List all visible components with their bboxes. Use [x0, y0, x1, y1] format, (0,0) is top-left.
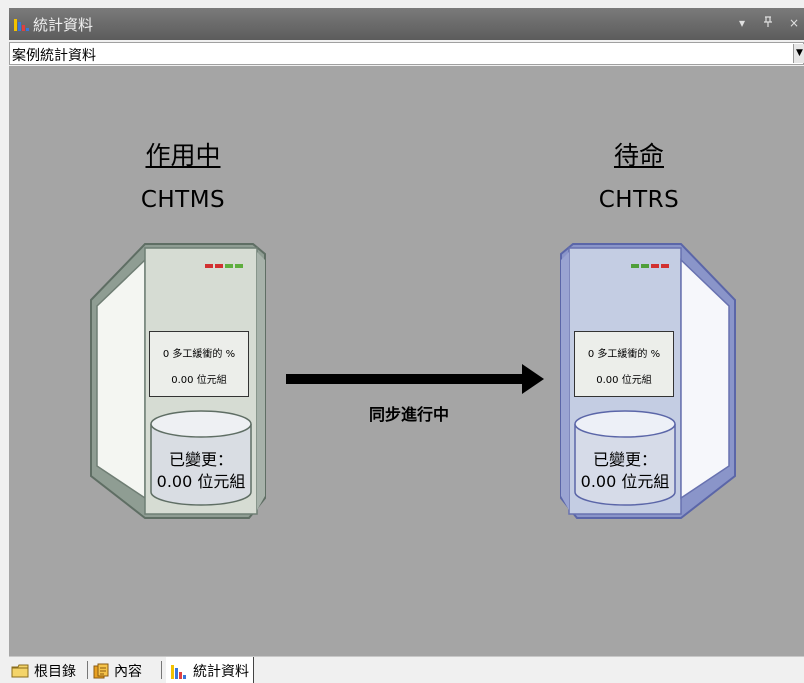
- standby-spool-percent: 0 多工緩衝的 %: [587, 349, 661, 360]
- standby-stats-box: 0 多工緩衝的 % 0.00 位元組: [574, 331, 674, 397]
- bottom-tab-bar: 根目錄 內容 統計資料: [9, 656, 804, 683]
- statistics-window: 統計資料 ▾ × 案例統計資料 ▼ 作用中 CHTMS 0 多工緩衝的 % 0.…: [0, 0, 804, 683]
- folder-icon: [11, 664, 29, 677]
- bar-chart-icon: [171, 664, 186, 679]
- active-changed-value: 0.00 位元組: [156, 472, 246, 491]
- statistics-view-selected: 案例統計資料: [12, 48, 96, 64]
- window-title-bar: 統計資料 ▾ ×: [9, 8, 804, 40]
- statistics-panel: 作用中 CHTMS 0 多工緩衝的 % 0.00 位元組 已變更： 0.00 位…: [9, 66, 804, 656]
- chevron-down-icon[interactable]: ▼: [793, 44, 804, 63]
- standby-changed-block: 已變更： 0.00 位元組: [575, 449, 675, 493]
- active-changed-label: 已變更：: [168, 450, 233, 469]
- tab-root[interactable]: 根目錄: [11, 657, 76, 683]
- tab-statistics-label: 統計資料: [193, 663, 249, 680]
- tab-contents[interactable]: 內容: [93, 657, 142, 683]
- window-menu-icon[interactable]: ▾: [739, 16, 745, 30]
- tab-root-label: 根目錄: [34, 663, 76, 680]
- bar-chart-icon: [14, 19, 29, 31]
- standby-role-label: 待命: [613, 141, 664, 170]
- active-spool-bytes: 0.00 位元組: [171, 375, 227, 386]
- window-title: 統計資料: [33, 16, 94, 34]
- standby-server-name: CHTRS: [598, 187, 680, 213]
- statistics-view-select[interactable]: 案例統計資料 ▼: [9, 42, 804, 65]
- active-stats-box: 0 多工緩衝的 % 0.00 位元組: [149, 331, 249, 397]
- sync-status: 同步進行中: [368, 405, 449, 424]
- pin-icon[interactable]: [763, 16, 773, 31]
- contents-icon: [93, 663, 109, 678]
- standby-changed-value: 0.00 位元組: [580, 472, 670, 491]
- active-changed-block: 已變更： 0.00 位元組: [151, 449, 251, 493]
- standby-spool-bytes: 0.00 位元組: [596, 375, 652, 386]
- standby-changed-label: 已變更：: [592, 450, 657, 469]
- close-icon[interactable]: ×: [789, 16, 799, 30]
- active-role-label: 作用中: [145, 141, 221, 170]
- active-spool-percent: 0 多工緩衝的 %: [162, 349, 236, 360]
- tab-contents-label: 內容: [114, 663, 142, 680]
- tab-statistics[interactable]: 統計資料: [166, 657, 254, 683]
- sync-arrow-icon: [286, 364, 544, 394]
- active-server-name: CHTMS: [140, 187, 226, 213]
